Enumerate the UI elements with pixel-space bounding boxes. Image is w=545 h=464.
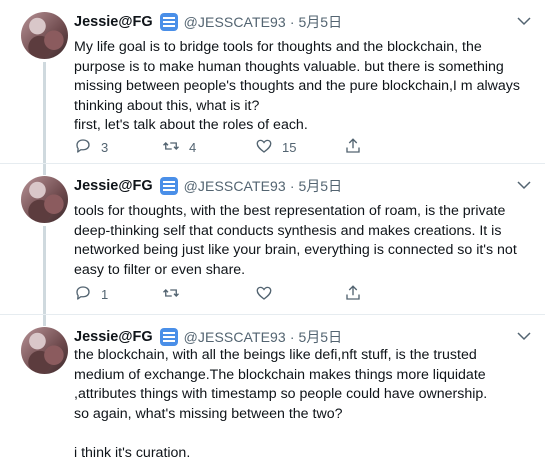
reply-count: 3 (101, 140, 109, 155)
tweet-date[interactable]: 5月5日 (299, 176, 343, 196)
thread-connector (43, 226, 46, 315)
like-button[interactable]: 15 (255, 137, 296, 158)
tweet[interactable]: Jessie@FG @JESSCATE93 · 5月5日 My life goa… (0, 0, 545, 163)
heart-icon (255, 284, 273, 305)
display-name[interactable]: Jessie@FG (74, 14, 153, 30)
user-handle[interactable]: @JESSCATE93 (184, 14, 286, 30)
user-handle[interactable]: @JESSCATE93 (184, 178, 286, 194)
share-button[interactable] (344, 137, 362, 158)
tweet-text: tools for thoughts, with the best repres… (74, 203, 521, 278)
share-icon (344, 137, 362, 158)
chevron-down-icon[interactable] (515, 12, 533, 30)
display-name[interactable]: Jessie@FG (74, 329, 153, 345)
tweet-header: Jessie@FG @JESSCATE93 · 5月5日 (74, 327, 342, 347)
heart-icon (255, 137, 273, 158)
tweet-header: Jessie@FG @JESSCATE93 · 5月5日 (74, 12, 342, 32)
verified-org-badge-icon (159, 328, 178, 346)
thread-connector (43, 315, 46, 326)
thread-connector (43, 62, 46, 163)
avatar[interactable] (21, 327, 68, 374)
retweet-button[interactable] (162, 284, 189, 305)
separator-dot: · (289, 14, 295, 30)
chevron-down-icon[interactable] (515, 176, 533, 194)
user-handle[interactable]: @JESSCATE93 (184, 329, 286, 345)
tweet-thread: Jessie@FG @JESSCATE93 · 5月5日 My life goa… (0, 0, 545, 463)
avatar[interactable] (21, 176, 68, 223)
reply-count: 1 (101, 287, 109, 302)
tweet-header: Jessie@FG @JESSCATE93 · 5月5日 (74, 176, 342, 196)
verified-org-badge-icon (159, 177, 178, 195)
tweet-actions: 3 4 15 (74, 137, 374, 157)
retweet-button[interactable]: 4 (162, 137, 196, 158)
tweet-date[interactable]: 5月5日 (299, 327, 343, 347)
tweet-text: the blockchain, with all the beings like… (74, 347, 488, 461)
tweet[interactable]: Jessie@FG @JESSCATE93 · 5月5日 the blockch… (0, 314, 545, 464)
reply-button[interactable]: 3 (74, 137, 108, 158)
share-button[interactable] (344, 284, 362, 305)
tweet-date[interactable]: 5月5日 (299, 12, 343, 32)
display-name[interactable]: Jessie@FG (74, 178, 153, 194)
reply-icon (74, 284, 92, 305)
separator-dot: · (289, 329, 295, 345)
verified-org-badge-icon (159, 13, 178, 31)
separator-dot: · (289, 178, 295, 194)
like-button[interactable] (255, 284, 282, 305)
tweet-actions: 1 (74, 284, 374, 304)
thread-connector (43, 164, 46, 175)
tweet-text: My life goal is to bridge tools for thou… (74, 39, 520, 133)
tweet[interactable]: Jessie@FG @JESSCATE93 · 5月5日 tools for t… (0, 163, 545, 315)
retweet-icon (162, 284, 180, 305)
avatar[interactable] (21, 12, 68, 59)
share-icon (344, 284, 362, 305)
retweet-count: 4 (189, 140, 197, 155)
reply-button[interactable]: 1 (74, 284, 108, 305)
reply-icon (74, 137, 92, 158)
like-count: 15 (282, 140, 297, 155)
chevron-down-icon[interactable] (515, 327, 533, 345)
retweet-icon (162, 137, 180, 158)
